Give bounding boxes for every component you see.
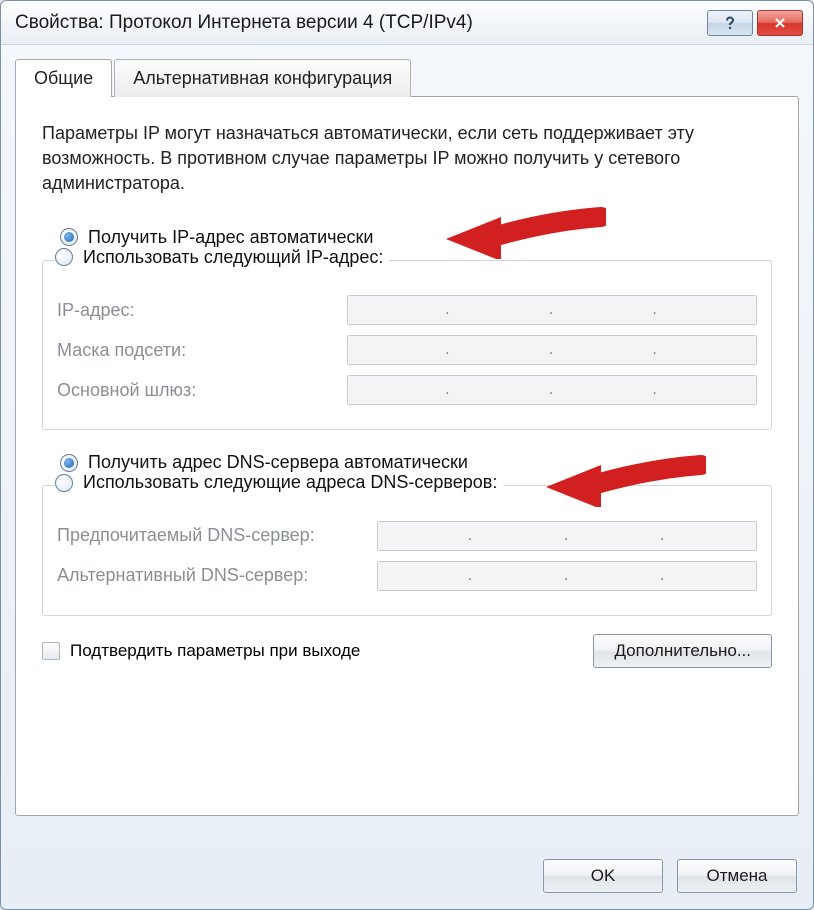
advanced-button[interactable]: Дополнительно... — [593, 634, 772, 668]
label-dns-alternate: Альтернативный DNS-сервер: — [57, 565, 377, 586]
label-mask: Маска подсети: — [57, 340, 347, 361]
dialog-footer: OK Отмена — [1, 843, 813, 909]
window-title: Свойства: Протокол Интернета версии 4 (T… — [15, 12, 703, 34]
panel-footer-row: Подтвердить параметры при выходе Дополни… — [42, 634, 772, 668]
label-dns-preferred: Предпочитаемый DNS-сервер: — [57, 525, 377, 546]
groupbox-dns-manual: Использовать следующие адреса DNS-сервер… — [42, 485, 772, 616]
tab-alternate[interactable]: Альтернативная конфигурация — [114, 59, 411, 97]
radio-dns-manual-label: Использовать следующие адреса DNS-сервер… — [83, 472, 497, 493]
checkbox-validate[interactable] — [42, 642, 60, 660]
radio-row-dns-manual[interactable]: Использовать следующие адреса DNS-сервер… — [55, 472, 503, 493]
intro-text: Параметры IP могут назначаться автоматич… — [42, 121, 772, 197]
help-button[interactable] — [707, 10, 753, 36]
close-icon — [773, 16, 787, 30]
tab-strip: Общие Альтернативная конфигурация — [15, 59, 799, 97]
radio-dns-auto[interactable] — [60, 454, 78, 472]
radio-ip-auto[interactable] — [60, 228, 78, 246]
groupbox-ip-manual: Использовать следующий IP-адрес: IP-адре… — [42, 260, 772, 431]
cancel-button[interactable]: Отмена — [677, 859, 797, 893]
input-dns-preferred[interactable]: ... — [377, 521, 757, 551]
radio-ip-auto-label: Получить IP-адрес автоматически — [88, 227, 374, 248]
radio-ip-manual-label: Использовать следующий IP-адрес: — [83, 247, 383, 268]
input-default-gateway[interactable]: ... — [347, 375, 757, 405]
label-ip: IP-адрес: — [57, 300, 347, 321]
tab-alternate-label: Альтернативная конфигурация — [133, 68, 392, 88]
dialog-window: Свойства: Протокол Интернета версии 4 (T… — [0, 0, 814, 910]
field-row-mask: Маска подсети: ... — [57, 335, 757, 365]
tab-general-label: Общие — [34, 68, 93, 88]
field-row-dns-preferred: Предпочитаемый DNS-сервер: ... — [57, 521, 757, 551]
tab-general[interactable]: Общие — [15, 59, 112, 97]
advanced-button-label: Дополнительно... — [614, 641, 751, 661]
radio-dns-auto-label: Получить адрес DNS-сервера автоматически — [88, 452, 468, 473]
dialog-body: Общие Альтернативная конфигурация Параме… — [1, 45, 813, 843]
input-dns-alternate[interactable]: ... — [377, 561, 757, 591]
cancel-button-label: Отмена — [707, 866, 768, 886]
radio-dns-manual[interactable] — [55, 474, 73, 492]
label-gateway: Основной шлюз: — [57, 380, 347, 401]
ok-button[interactable]: OK — [543, 859, 663, 893]
ok-button-label: OK — [591, 866, 616, 886]
checkbox-row-validate[interactable]: Подтвердить параметры при выходе — [42, 641, 360, 661]
field-row-gateway: Основной шлюз: ... — [57, 375, 757, 405]
input-ip-address[interactable]: ... — [347, 295, 757, 325]
tab-panel-general: Параметры IP могут назначаться автоматич… — [15, 96, 799, 816]
field-row-dns-alternate: Альтернативный DNS-сервер: ... — [57, 561, 757, 591]
radio-row-ip-manual[interactable]: Использовать следующий IP-адрес: — [55, 247, 389, 268]
checkbox-validate-label: Подтвердить параметры при выходе — [70, 641, 360, 661]
help-icon — [722, 15, 738, 31]
close-button[interactable] — [757, 10, 803, 36]
field-row-ip: IP-адрес: ... — [57, 295, 757, 325]
radio-ip-manual[interactable] — [55, 248, 73, 266]
title-bar: Свойства: Протокол Интернета версии 4 (T… — [1, 1, 813, 45]
input-subnet-mask[interactable]: ... — [347, 335, 757, 365]
